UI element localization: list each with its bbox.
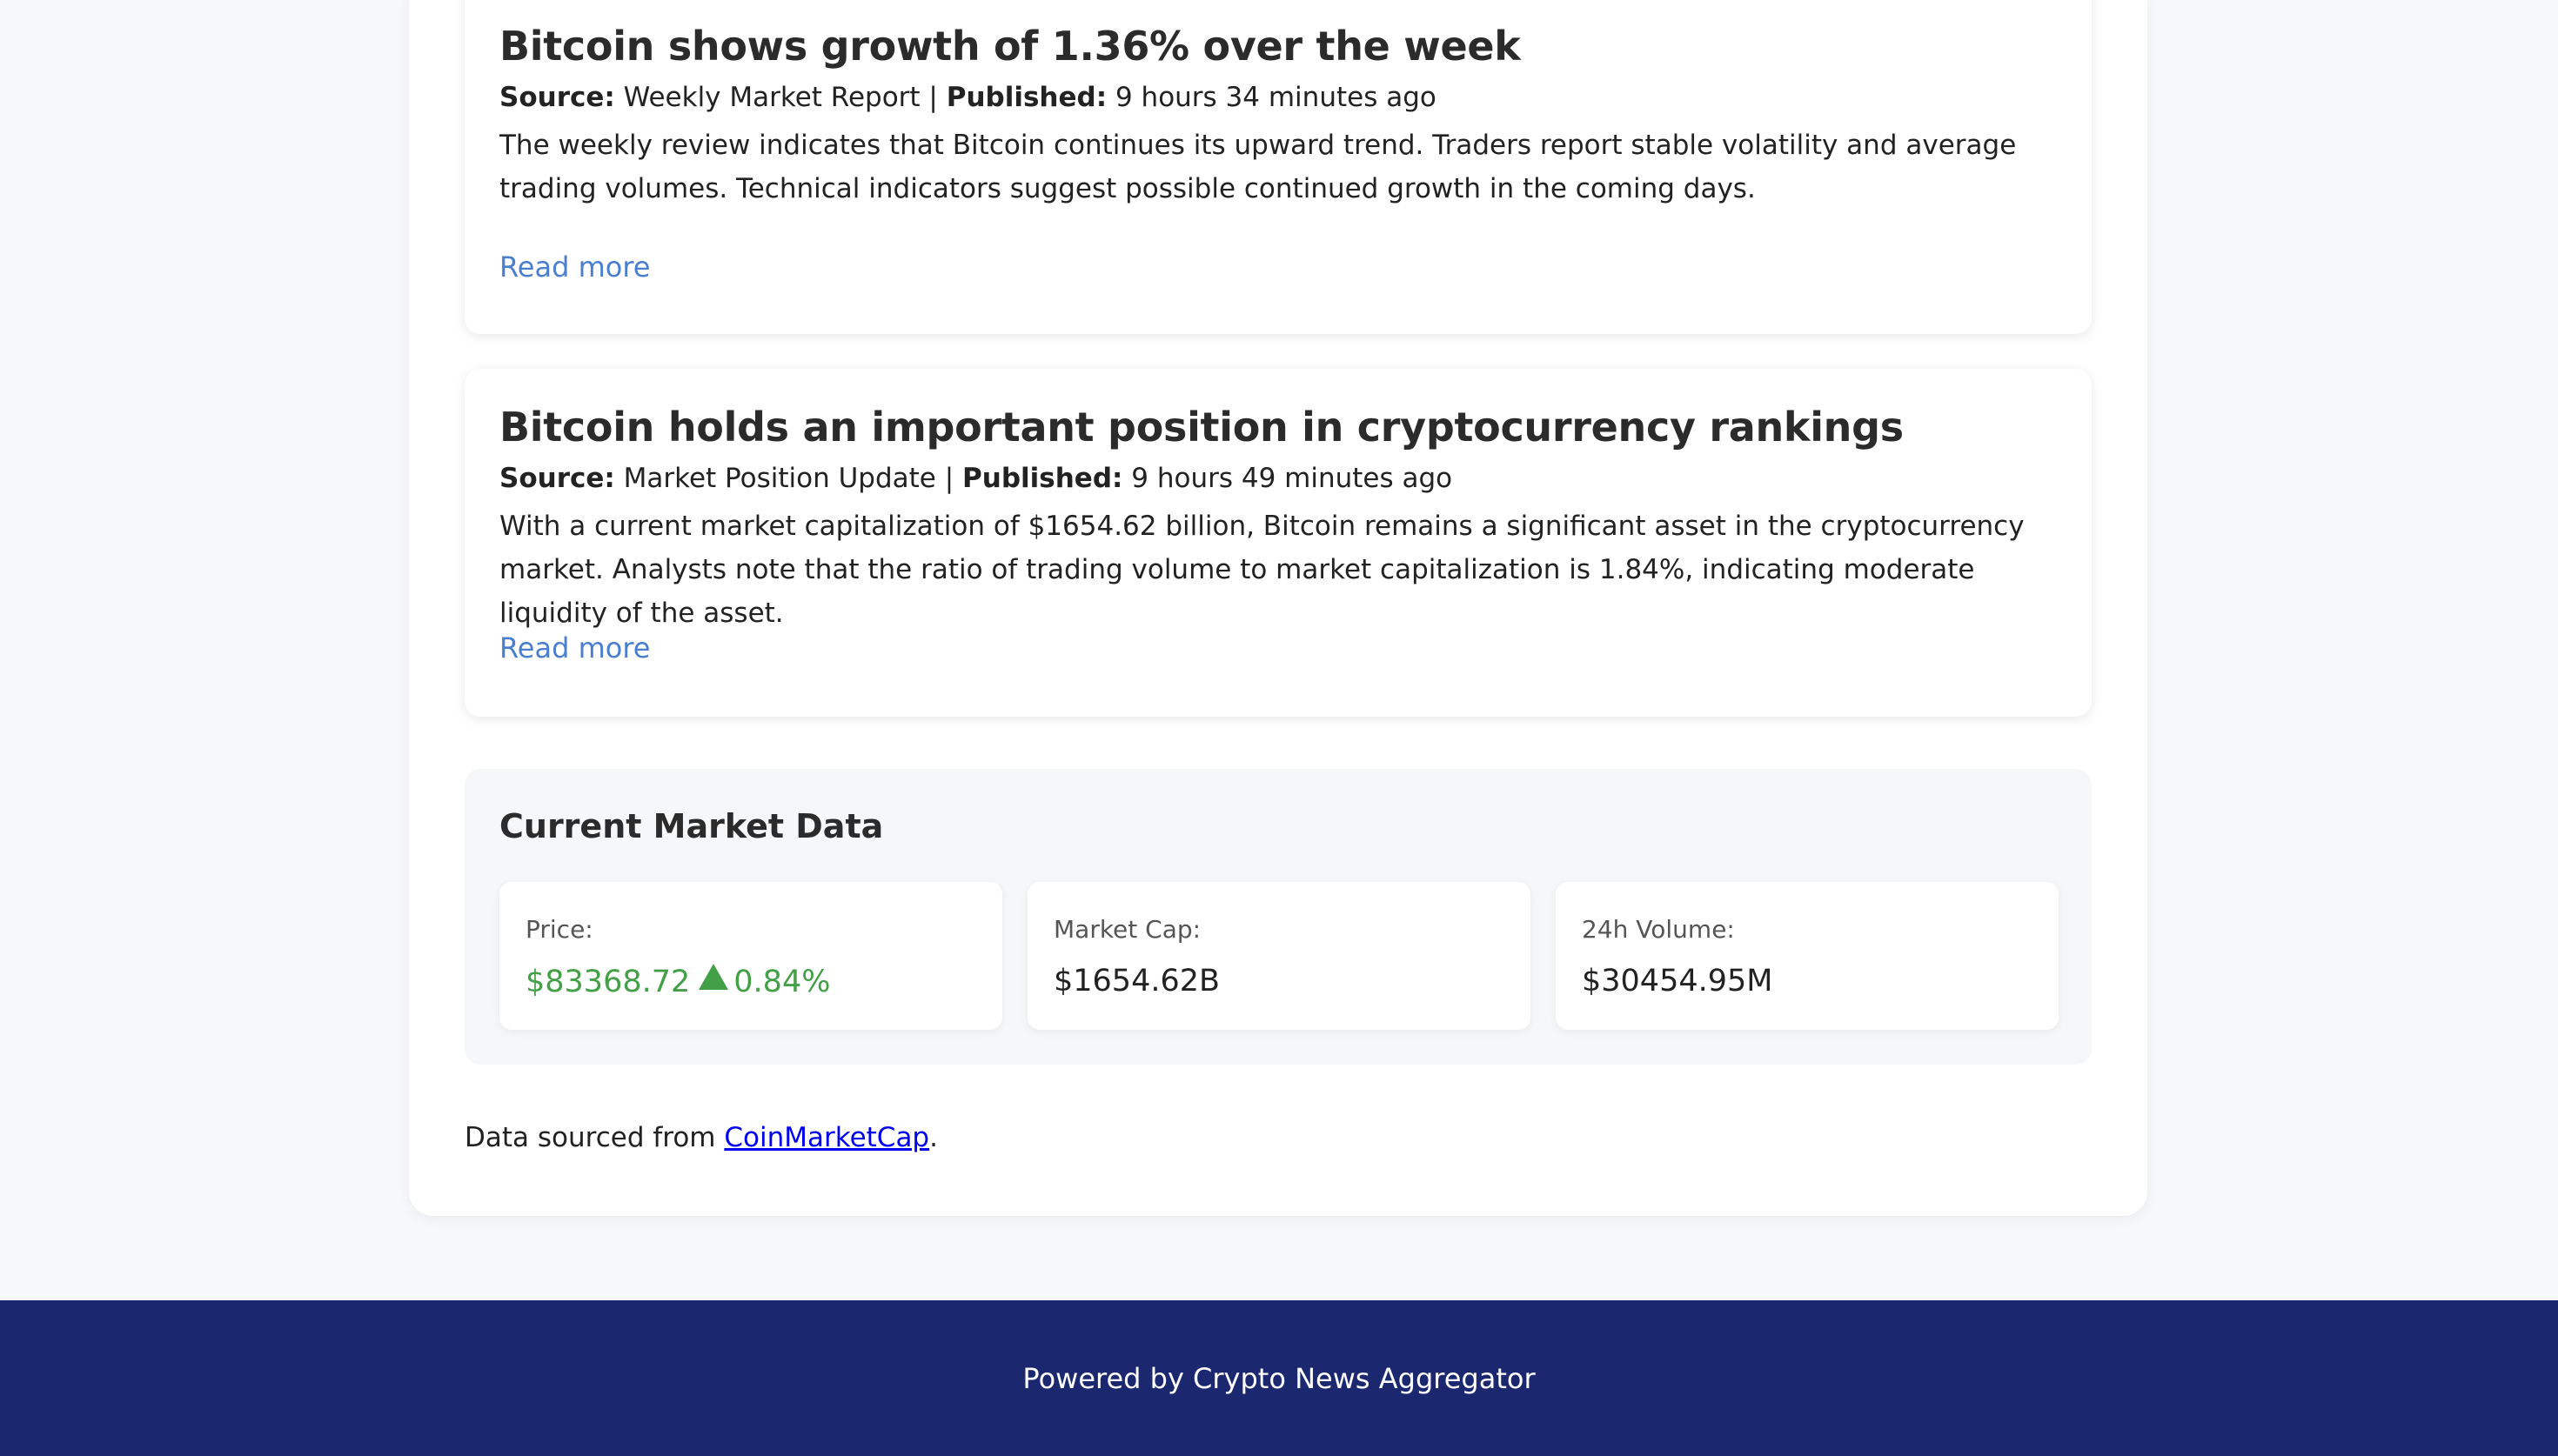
news-title: Bitcoin shows growth of 1.36% over the w… [499,23,1521,70]
price-label: Price: [526,915,593,944]
market-data-panel: Current Market Data Price: $83368.72 0.84… [465,769,2092,1065]
source-label: Source: [499,463,615,494]
source-name: Market Position Update [623,463,936,494]
news-card: Bitcoin shows growth of 1.36% over the w… [465,0,2092,334]
data-attribution: Data sourced from CoinMarketCap. [465,1122,938,1153]
volume-metric: 24h Volume: $30454.95M [1556,882,2059,1030]
market-cap-label: Market Cap: [1054,915,1202,944]
published-label: Published: [962,463,1123,494]
meta-separator: | [920,82,947,113]
published-label: Published: [946,82,1108,113]
footer-text: Powered by Crypto News Aggregator [1022,1361,1536,1395]
market-cap-value: $1654.62B [1054,964,1221,998]
news-card: Bitcoin holds an important position in c… [465,369,2092,717]
news-title: Bitcoin holds an important position in c… [499,404,1904,451]
triangle-up-icon [699,964,729,990]
news-meta: Source: Weekly Market Report | Published… [499,82,1436,113]
news-body: The weekly review indicates that Bitcoin… [499,130,2017,204]
source-label: Source: [499,82,615,113]
published-time: 9 hours 49 minutes ago [1131,463,1453,494]
news-body: With a current market capitalization of … [499,511,2025,629]
main-container: Bitcoin shows growth of 1.36% over the w… [409,0,2147,1216]
price-metric: Price: $83368.72 0.84% [499,882,1002,1030]
page-footer: Powered by Crypto News Aggregator [0,1300,2558,1456]
price-value: $83368.72 [526,965,691,999]
price-value-row: $83368.72 0.84% [526,964,830,999]
meta-separator: | [935,463,963,494]
published-time: 9 hours 34 minutes ago [1115,82,1436,113]
read-more-link[interactable]: Read more [499,250,650,284]
attribution-prefix: Data sourced from [465,1122,725,1153]
news-meta: Source: Market Position Update | Publish… [499,463,1452,494]
source-name: Weekly Market Report [623,82,921,113]
coinmarketcap-link[interactable]: CoinMarketCap [724,1122,929,1153]
volume-label: 24h Volume: [1582,915,1735,944]
price-change: 0.84% [733,965,831,999]
volume-value: $30454.95M [1582,964,1773,998]
market-data-title: Current Market Data [499,807,884,845]
attribution-suffix: . [929,1122,938,1153]
market-cap-metric: Market Cap: $1654.62B [1028,882,1530,1030]
read-more-link[interactable]: Read more [499,631,650,665]
